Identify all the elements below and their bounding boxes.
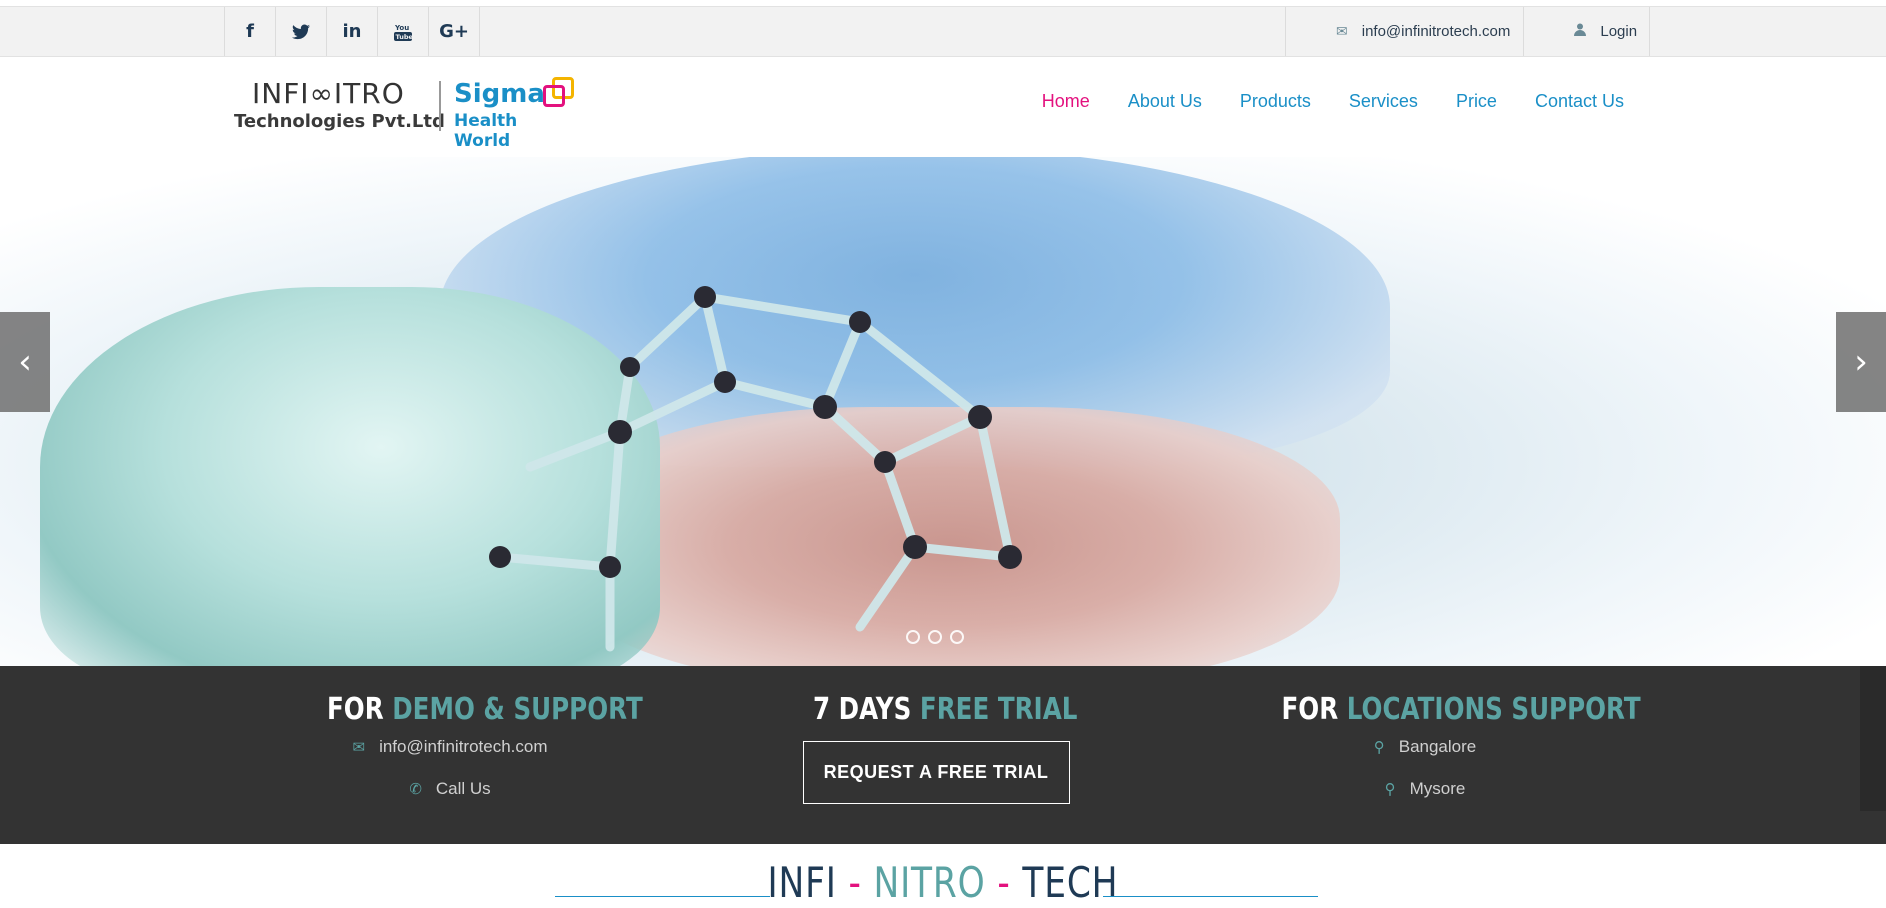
logo-infinitro-text: INFI∞ITRO (252, 77, 405, 110)
nav-services[interactable]: Services (1349, 91, 1418, 112)
envelope-icon: ✉ (352, 738, 366, 756)
location-mysore-text: Mysore (1409, 779, 1466, 798)
email-text: info@infinitrotech.com (1361, 23, 1511, 40)
twitter-icon[interactable] (276, 7, 327, 56)
free-trial-heading: 7 DAYS FREE TRIAL (813, 692, 1078, 727)
molecule-model-image (489, 286, 1022, 652)
locations-support-column: FOR LOCATIONS SUPPORT ⚲ Bangalore ⚲ Myso… (1250, 692, 1641, 799)
email-link[interactable]: ✉ info@infinitrotech.com (1286, 7, 1525, 56)
nav-home[interactable]: Home (1042, 91, 1090, 112)
google-plus-icon[interactable]: G+ (429, 7, 480, 56)
login-text: Login (1600, 23, 1638, 40)
youtube-icon[interactable]: You Tube (378, 7, 429, 56)
request-free-trial-button[interactable]: REQUEST A FREE TRIAL (802, 741, 1070, 804)
slider-prev-button[interactable]: ‹ (0, 312, 50, 412)
logo-square-icon (543, 85, 565, 107)
top-right-links: ✉ info@infinitrotech.com Login (1285, 7, 1651, 56)
free-trial-column: 7 DAYS FREE TRIAL REQUEST A FREE TRIAL (786, 692, 1086, 804)
logo-divider (439, 81, 441, 131)
section-title-text: INFI - NITRO - TECH (767, 858, 1119, 907)
nav-about-us[interactable]: About Us (1128, 91, 1202, 112)
demo-email-text: info@infinitrotech.com (379, 737, 548, 756)
site-logo[interactable]: INFI∞ITRO Technologies Pvt.Ltd Sigma Hea… (232, 77, 577, 151)
envelope-icon: ✉ (1336, 23, 1348, 40)
nav-products[interactable]: Products (1240, 91, 1311, 112)
linkedin-icon[interactable]: in (327, 7, 378, 56)
slider-dot[interactable] (950, 630, 964, 644)
top-bar: f in You Tube G+ ✉ info@infinitrotech.com… (0, 6, 1886, 57)
call-us-link[interactable]: ✆ Call Us (300, 779, 600, 799)
login-link[interactable]: Login (1524, 7, 1651, 56)
social-links: f in You Tube G+ (224, 7, 480, 56)
logo-health-world-text: Health World (454, 111, 518, 151)
heading-divider-right (1103, 896, 1318, 897)
svg-text:You: You (394, 24, 409, 32)
slider-next-button[interactable]: › (1836, 312, 1886, 412)
section-heading: INFI - NITRO - TECH (0, 858, 1886, 907)
location-bangalore: ⚲ Bangalore (1250, 737, 1600, 757)
locations-support-heading: FOR LOCATIONS SUPPORT (1281, 692, 1641, 727)
svg-text:Tube: Tube (396, 33, 413, 41)
slider-dot[interactable] (928, 630, 942, 644)
nav-contact-us[interactable]: Contact Us (1535, 91, 1624, 112)
slider-pagination (906, 630, 964, 644)
main-nav: Home About Us Products Services Price Co… (1004, 91, 1624, 112)
facebook-icon[interactable]: f (225, 7, 276, 56)
map-marker-icon: ⚲ (1384, 780, 1396, 798)
logo-sigma-text: Sigma (454, 79, 545, 109)
phone-icon: ✆ (409, 780, 422, 798)
info-strip: FOR DEMO & SUPPORT ✉ info@infinitrotech.… (0, 666, 1886, 844)
slider-dot[interactable] (906, 630, 920, 644)
logo-tagline: Technologies Pvt.Ltd (234, 111, 445, 132)
demo-email-link[interactable]: ✉ info@infinitrotech.com (300, 737, 600, 757)
map-marker-icon: ⚲ (1373, 738, 1385, 756)
heading-divider-left (555, 896, 770, 897)
hero-slider: ‹ › (0, 157, 1886, 666)
user-icon (1574, 23, 1587, 40)
location-bangalore-text: Bangalore (1398, 737, 1477, 756)
site-header: INFI∞ITRO Technologies Pvt.Ltd Sigma Hea… (0, 57, 1886, 157)
call-us-text: Call Us (435, 779, 491, 798)
nav-price[interactable]: Price (1456, 91, 1497, 112)
location-mysore: ⚲ Mysore (1250, 779, 1600, 799)
demo-support-heading: FOR DEMO & SUPPORT (327, 692, 643, 727)
demo-support-column: FOR DEMO & SUPPORT ✉ info@infinitrotech.… (300, 692, 643, 799)
